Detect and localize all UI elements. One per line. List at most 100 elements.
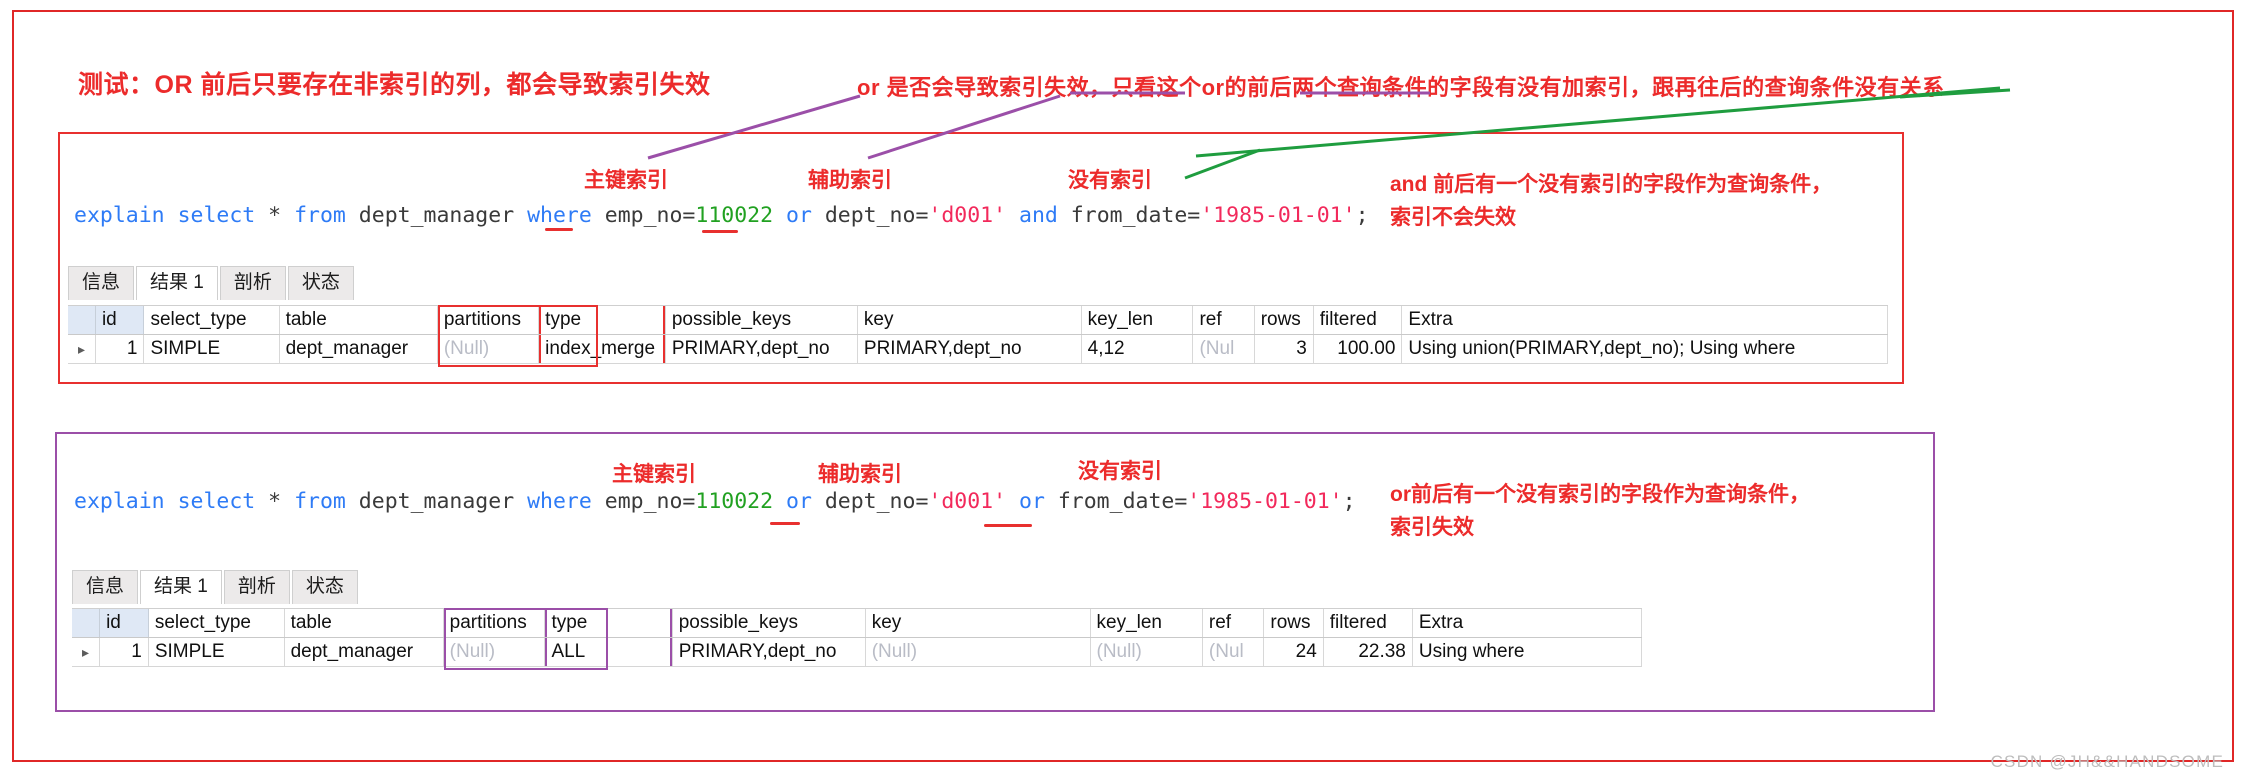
column-header-rows[interactable]: rows <box>1254 306 1314 335</box>
sql-token: 'd001' <box>928 489 1007 514</box>
column-header-key[interactable]: key <box>857 306 1082 335</box>
column-header-ref[interactable]: ref <box>1192 306 1255 335</box>
null-value: (Nul <box>1208 641 1244 662</box>
sql-token: * <box>255 489 295 514</box>
cell-filtered[interactable]: 22.38 <box>1323 637 1413 666</box>
result-tab[interactable]: 剖析 <box>223 570 290 604</box>
result-tab[interactable]: 剖析 <box>219 266 286 300</box>
result-tab[interactable]: 结果 1 <box>136 266 218 300</box>
grid-corner-cell <box>72 609 101 638</box>
column-header-Extra[interactable]: Extra <box>1412 609 1643 638</box>
cell-key[interactable]: PRIMARY,dept_no <box>857 334 1082 363</box>
column-header-key[interactable]: key <box>865 609 1091 638</box>
result-tab[interactable]: 状态 <box>291 570 358 604</box>
cell-key_len[interactable]: (Null) <box>1090 637 1203 666</box>
cell-rows[interactable]: 24 <box>1263 637 1324 666</box>
label-secondary-index-or: 辅助索引 <box>818 463 902 486</box>
result-tabs-and[interactable]: 信息 结果 1 剖析 状态 <box>68 266 356 300</box>
cell-select_type[interactable]: SIMPLE <box>143 334 280 363</box>
null-value: (Null) <box>871 641 918 662</box>
sql-token: explain <box>74 489 165 514</box>
cell-ref[interactable]: (Nul <box>1202 637 1265 666</box>
mark-or-token-and-block <box>545 228 573 231</box>
cell-key[interactable]: (Null) <box>865 637 1091 666</box>
null-value: (Null) <box>1096 641 1142 662</box>
cell-Extra[interactable]: Using where <box>1412 637 1643 666</box>
cell-table[interactable]: dept_manager <box>284 637 444 666</box>
label-no-index-or: 没有索引 <box>1078 460 1162 483</box>
cell-id[interactable]: 1 <box>95 334 145 363</box>
cell-possible_keys[interactable]: PRIMARY,dept_no <box>665 334 858 363</box>
sql-token: or <box>786 489 812 514</box>
column-header-id[interactable]: id <box>95 306 145 335</box>
sql-token: or <box>1019 489 1045 514</box>
label-primary-index-and: 主键索引 <box>584 169 668 192</box>
result-tab[interactable]: 状态 <box>287 266 354 300</box>
cell-key_len[interactable]: 4,12 <box>1081 334 1194 363</box>
cell-rows[interactable]: 3 <box>1254 334 1314 363</box>
annotation-or-note: or前后有一个没有索引的字段作为查询条件， 索引失效 <box>1390 478 1810 544</box>
cell-select_type[interactable]: SIMPLE <box>148 637 285 666</box>
column-header-possible_keys[interactable]: possible_keys <box>672 609 866 638</box>
table-row[interactable]: ▸ 1 SIMPLE dept_manager (Null) index_merge PRI… <box>68 334 1888 363</box>
column-header-id[interactable]: id <box>99 609 149 638</box>
cell-ref[interactable]: (Nul <box>1192 334 1255 363</box>
cell-table[interactable]: dept_manager <box>279 334 438 363</box>
column-header-table[interactable]: table <box>284 609 444 638</box>
table-row[interactable]: ▸ 1 SIMPLE dept_manager (Null) ALL PRIMARY,dep… <box>72 637 1643 666</box>
cell-id[interactable]: 1 <box>99 637 149 666</box>
column-header-Extra[interactable]: Extra <box>1401 306 1888 335</box>
screenshot-canvas: 测试：OR 前后只要存在非索引的列，都会导致索引失效 or 是否会导致索引失效，… <box>0 0 2250 781</box>
sql-token: dept_manager <box>345 489 528 514</box>
sql-token: from_date= <box>1044 489 1188 514</box>
column-header-filtered[interactable]: filtered <box>1323 609 1413 638</box>
sql-token: '1985-01-01' <box>1200 203 1356 228</box>
row-marker-icon[interactable]: ▸ <box>72 637 101 666</box>
grid-corner-cell <box>68 306 96 335</box>
explain-result-grid-and[interactable]: id select_type table partitions type possible… <box>68 305 1888 364</box>
sql-token: * <box>255 203 295 228</box>
sql-statement-or[interactable]: explain select * from dept_manager where… <box>74 489 1356 514</box>
annotation-or-rule: or 是否会导致索引失效，只看这个or的前后两个查询条件的字段有没有加索引，跟再… <box>857 75 1945 100</box>
annotation-and-note: and 前后有一个没有索引的字段作为查询条件， 索引不会失效 <box>1390 168 1832 234</box>
result-tab[interactable]: 信息 <box>68 266 135 300</box>
sql-token: ; <box>1355 203 1369 228</box>
column-header-key_len[interactable]: key_len <box>1081 306 1194 335</box>
annotation-or-note-line1: or前后有一个没有索引的字段作为查询条件， <box>1390 483 1810 506</box>
sql-token: from_date= <box>1057 203 1201 228</box>
column-header-rows[interactable]: rows <box>1263 609 1324 638</box>
result-tabs-or[interactable]: 信息 结果 1 剖析 状态 <box>72 570 360 604</box>
csdn-watermark: CSDN @JH&&HANDSOME <box>1990 752 2224 771</box>
null-value: (Nul <box>1199 338 1235 359</box>
result-tab[interactable]: 结果 1 <box>140 570 222 604</box>
sql-token: from <box>294 203 346 228</box>
sql-statement-and[interactable]: explain select * from dept_manager where… <box>74 203 1369 228</box>
sql-token: emp_no= <box>591 489 696 514</box>
annotation-and-note-line2: 索引不会失效 <box>1390 206 1516 229</box>
column-header-ref[interactable]: ref <box>1202 609 1265 638</box>
row-marker-icon[interactable]: ▸ <box>68 334 96 363</box>
cell-filtered[interactable]: 100.00 <box>1313 334 1403 363</box>
column-header-filtered[interactable]: filtered <box>1313 306 1403 335</box>
result-tab[interactable]: 信息 <box>72 570 139 604</box>
annotation-and-note-line1: and 前后有一个没有索引的字段作为查询条件， <box>1390 173 1833 196</box>
sql-token: dept_manager <box>345 203 528 228</box>
cell-Extra[interactable]: Using union(PRIMARY,dept_no); Using wher… <box>1401 334 1888 363</box>
cell-possible_keys[interactable]: PRIMARY,dept_no <box>672 637 866 666</box>
sql-token: '1985-01-01' <box>1187 489 1343 514</box>
column-header-table[interactable]: table <box>279 306 438 335</box>
sql-token: where <box>527 203 592 228</box>
explain-result-grid-or[interactable]: id select_type table partitions type possible… <box>72 608 1643 667</box>
column-header-select_type[interactable]: select_type <box>148 609 285 638</box>
sql-token: where <box>527 489 592 514</box>
label-secondary-index-and: 辅助索引 <box>808 169 892 192</box>
column-header-select_type[interactable]: select_type <box>143 306 280 335</box>
mark-dept-no-or-block <box>770 522 800 525</box>
column-header-key_len[interactable]: key_len <box>1090 609 1203 638</box>
column-header-possible_keys[interactable]: possible_keys <box>665 306 858 335</box>
sql-token: dept_no= <box>811 489 929 514</box>
sql-token: select <box>177 203 256 228</box>
